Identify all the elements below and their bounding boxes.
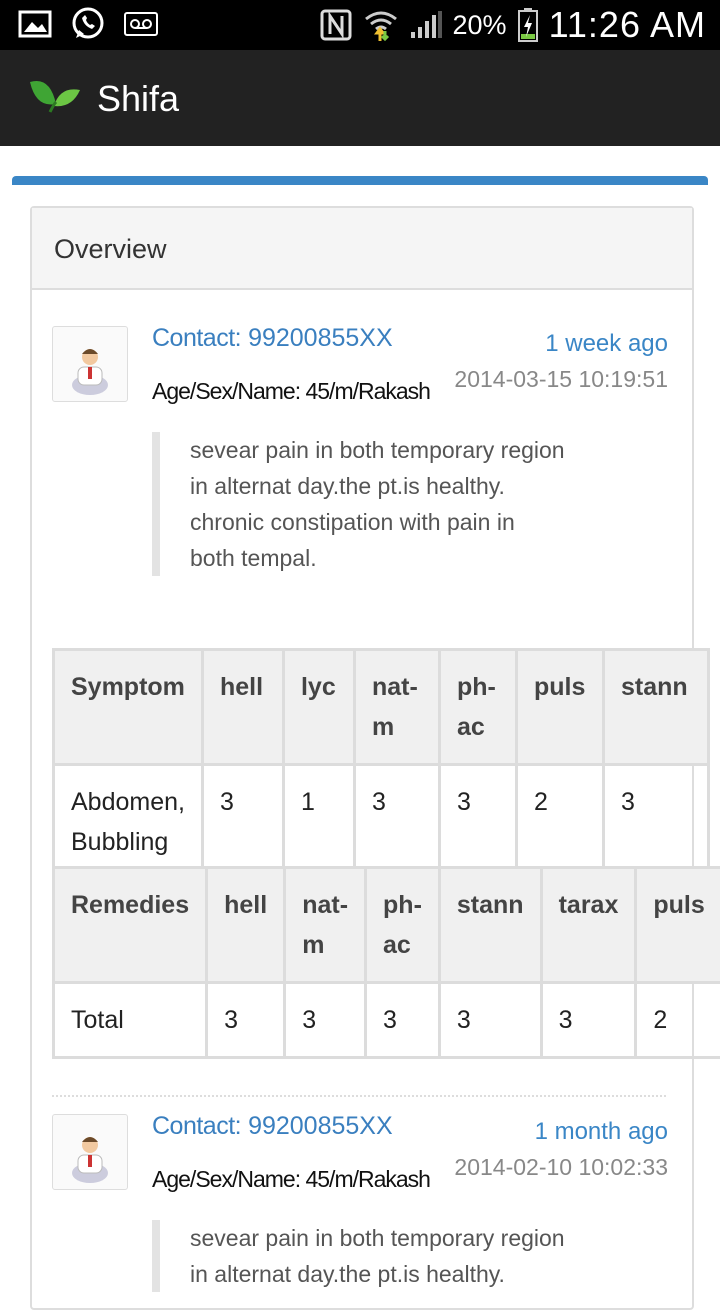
avatar — [52, 326, 128, 402]
nfc-icon — [319, 8, 353, 42]
age-sex-name: Age/Sex/Name: 45/m/Rakash — [152, 1166, 430, 1193]
avatar — [52, 1114, 128, 1190]
clock: 11:26 AM — [549, 4, 706, 46]
table-header: stann — [603, 650, 708, 765]
wifi-icon — [363, 7, 399, 43]
table-cell: 3 — [207, 983, 285, 1058]
action-bar: Shifa — [0, 50, 720, 146]
table-header: ph- ac — [366, 868, 440, 983]
table-header: hell — [202, 650, 283, 765]
voicemail-icon — [124, 11, 158, 37]
complaint-line: sevear pain in both temporary region — [190, 432, 630, 468]
symptom-table: Symptom hell lyc nat- m ph- ac puls stan… — [52, 648, 710, 881]
relative-time: 1 month ago — [535, 1118, 668, 1146]
age-sex-name: Age/Sex/Name: 45/m/Rakash — [152, 378, 430, 405]
complaint-line: in alternat day.the pt.is healthy. — [190, 1256, 630, 1292]
doctor-icon — [53, 1115, 127, 1189]
table-header-row: Symptom hell lyc nat- m ph- ac puls stan… — [54, 650, 709, 765]
complaint-line: sevear pain in both temporary region — [190, 1220, 630, 1256]
panel-heading: Overview — [32, 208, 692, 290]
table-header-row: Remedies hell nat- m ph- ac stann tarax … — [54, 868, 720, 983]
table-header: stann — [439, 868, 541, 983]
entry-divider — [52, 1095, 666, 1097]
table-header: hell — [207, 868, 285, 983]
complaint-quote: sevear pain in both temporary region in … — [152, 1220, 630, 1292]
table-header: nat- m — [285, 868, 366, 983]
table-cell: 3 — [285, 983, 366, 1058]
complaint-line: both tempal. — [190, 540, 630, 576]
table-header: Symptom — [54, 650, 203, 765]
timestamp: 2014-02-10 10:02:33 — [454, 1154, 668, 1181]
complaint-quote: sevear pain in both temporary region in … — [152, 432, 630, 576]
table-cell: 2 — [516, 765, 603, 880]
signal-icon — [409, 10, 443, 40]
contact: Contact: 99200855XX — [152, 1112, 393, 1141]
table-header: Remedies — [54, 868, 207, 983]
table-cell: 3 — [202, 765, 283, 880]
leaf-logo-icon[interactable] — [26, 76, 82, 116]
contact: Contact: 99200855XX — [152, 324, 393, 353]
table-cell: 3 — [366, 983, 440, 1058]
table-cell: 3 — [439, 765, 516, 880]
remedies-table: Remedies hell nat- m ph- ac stann tarax … — [52, 866, 720, 1059]
progress-bar — [12, 176, 708, 185]
gallery-icon — [18, 9, 52, 39]
relative-time: 1 week ago — [545, 330, 668, 358]
table-row: Total 3 3 3 3 3 2 — [54, 983, 720, 1058]
battery-icon — [517, 7, 539, 43]
whatsapp-icon — [70, 6, 106, 42]
table-header: lyc — [283, 650, 354, 765]
contact-label: Contact: — [152, 1112, 241, 1140]
table-header: tarax — [541, 868, 636, 983]
table-cell: 2 — [636, 983, 720, 1058]
battery-percent: 20% — [453, 10, 507, 41]
table-cell: Total — [54, 983, 207, 1058]
table-header: ph- ac — [439, 650, 516, 765]
complaint-line: chronic constipation with pain in — [190, 504, 630, 540]
table-cell: 3 — [439, 983, 541, 1058]
contact-label: Contact: — [152, 324, 241, 352]
table-cell: 3 — [541, 983, 636, 1058]
table-cell: Abdomen, Bubbling — [54, 765, 203, 880]
contact-value[interactable]: 99200855XX — [248, 1112, 393, 1140]
complaint-line: in alternat day.the pt.is healthy. — [190, 468, 630, 504]
table-row: Abdomen, Bubbling 3 1 3 3 2 3 — [54, 765, 709, 880]
timestamp: 2014-03-15 10:19:51 — [454, 366, 668, 393]
doctor-icon — [53, 327, 127, 401]
table-cell: 3 — [354, 765, 439, 880]
table-header: puls — [516, 650, 603, 765]
panel-title: Overview — [54, 234, 167, 265]
table-cell: 1 — [283, 765, 354, 880]
table-header: puls — [636, 868, 720, 983]
table-header: nat- m — [354, 650, 439, 765]
contact-value[interactable]: 99200855XX — [248, 324, 393, 352]
status-bar: 20% 11:26 AM — [0, 0, 720, 50]
table-cell: 3 — [603, 765, 708, 880]
app-title: Shifa — [97, 78, 179, 120]
